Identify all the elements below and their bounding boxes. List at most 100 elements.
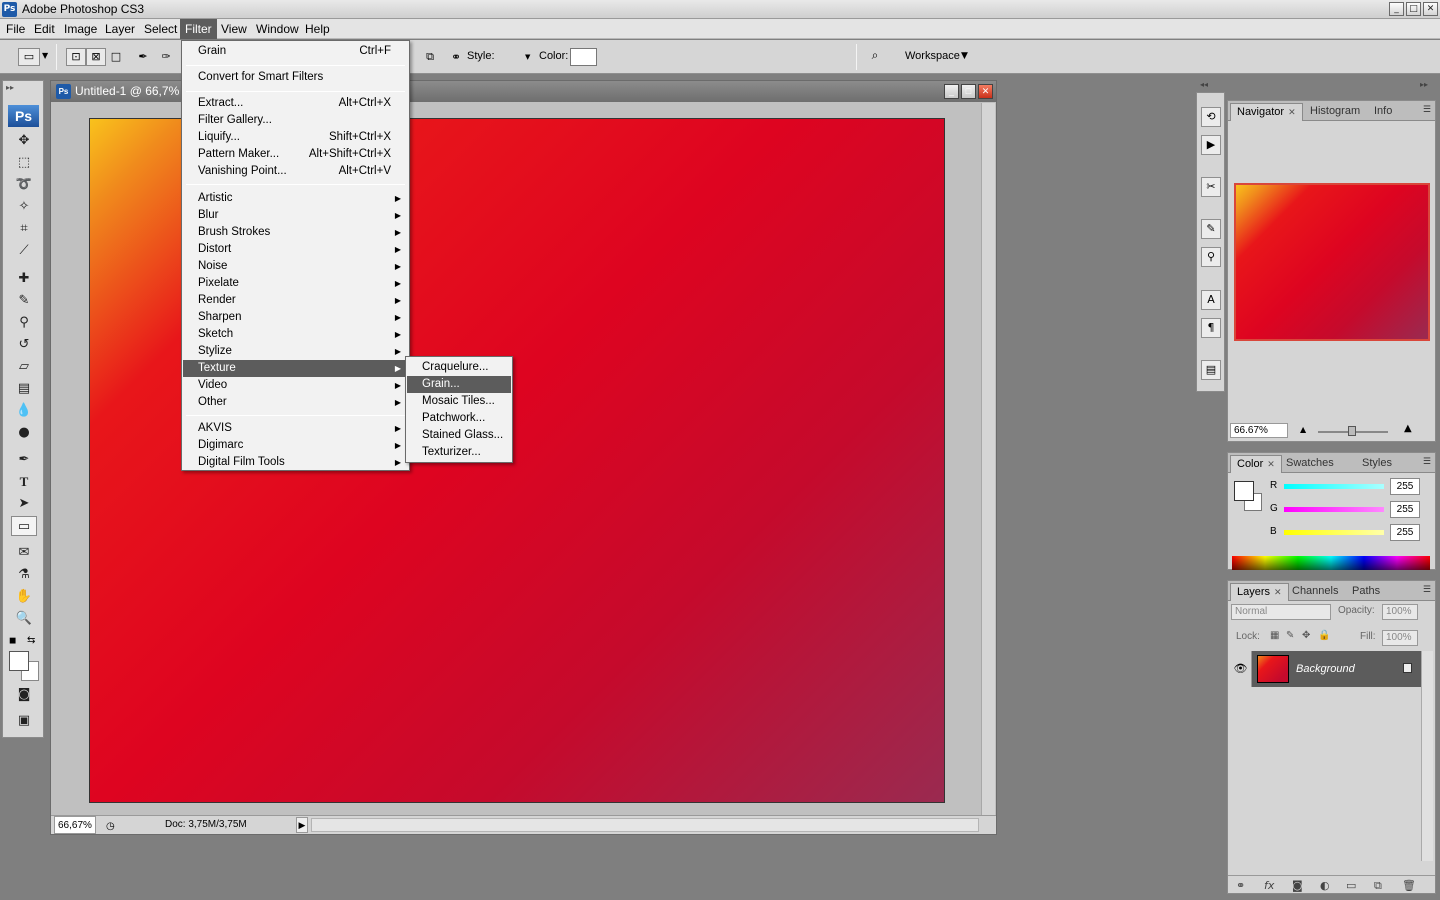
tool-presets-icon[interactable]: ✂ bbox=[1201, 177, 1221, 197]
layer-mask-icon[interactable]: ◙ bbox=[1292, 879, 1303, 892]
menu-item-akvis[interactable]: AKVIS ▶ bbox=[183, 420, 408, 437]
navigator-zoom-field[interactable]: 66.67% bbox=[1230, 423, 1288, 438]
fill-pixels-icon[interactable]: □ bbox=[106, 48, 126, 66]
submenu-item-patchwork[interactable]: Patchwork... bbox=[407, 410, 511, 427]
status-menu-arrow[interactable]: ▶ bbox=[296, 817, 308, 833]
zoom-out-icon[interactable]: ▲ bbox=[1300, 425, 1306, 434]
panel-menu-icon[interactable]: ☰ bbox=[1423, 105, 1431, 115]
shape-layers-icon[interactable]: ⊡ bbox=[66, 48, 86, 66]
tab-paths[interactable]: Paths bbox=[1346, 583, 1386, 601]
submenu-item-grain[interactable]: Grain... bbox=[407, 376, 511, 393]
slice-icon[interactable]: ⟋ bbox=[11, 241, 37, 261]
submenu-item-texturizer[interactable]: Texturizer... bbox=[407, 444, 511, 461]
minimize-button[interactable]: _ bbox=[1389, 2, 1404, 16]
intersect-icon[interactable]: ⧉ bbox=[420, 48, 440, 66]
default-colors-icon[interactable]: ◼ bbox=[9, 636, 16, 646]
eraser-icon[interactable]: ▱ bbox=[11, 357, 37, 377]
layer-row[interactable]: 👁 Background bbox=[1230, 651, 1424, 687]
menu-help[interactable]: Help bbox=[300, 19, 335, 39]
submenu-item-mosaic-tiles[interactable]: Mosaic Tiles... bbox=[407, 393, 511, 410]
move-icon[interactable]: ✥ bbox=[11, 131, 37, 151]
color-swatch[interactable] bbox=[570, 48, 597, 66]
zoom-level-field[interactable]: 66,67% bbox=[54, 816, 96, 834]
tab-info[interactable]: Info bbox=[1368, 103, 1398, 121]
g-value-field[interactable]: 255 bbox=[1390, 501, 1420, 518]
hand-icon[interactable]: ✋ bbox=[11, 587, 37, 607]
tab-styles[interactable]: Styles bbox=[1356, 455, 1398, 473]
magic-wand-icon[interactable]: ✧ bbox=[11, 197, 37, 217]
menu-item-extract[interactable]: Extract... Alt+Ctrl+X bbox=[183, 95, 408, 112]
pen-icon[interactable]: ✒ bbox=[133, 48, 153, 66]
tab-channels[interactable]: Channels bbox=[1286, 583, 1344, 601]
menu-file[interactable]: File bbox=[1, 19, 30, 39]
new-group-icon[interactable]: ▭ bbox=[1346, 879, 1356, 892]
navigator-zoom-knob[interactable] bbox=[1348, 426, 1356, 436]
tab-swatches[interactable]: Swatches bbox=[1280, 455, 1340, 473]
gradient-icon[interactable]: ▤ bbox=[11, 379, 37, 399]
tab-layers[interactable]: Layers ✕ bbox=[1230, 583, 1289, 601]
clone-source-icon[interactable]: ⚲ bbox=[1201, 247, 1221, 267]
menu-item-blur[interactable]: Blur ▶ bbox=[183, 207, 408, 224]
foreground-color-swatch[interactable] bbox=[9, 651, 29, 671]
adjustment-layer-icon[interactable]: ◐ bbox=[1320, 879, 1330, 892]
blend-mode-select[interactable]: Normal bbox=[1231, 604, 1331, 620]
clone-stamp-icon[interactable]: ⚲ bbox=[11, 313, 37, 333]
lock-all-icon[interactable]: 🔒 bbox=[1318, 630, 1330, 641]
lock-position-icon[interactable]: ✥ bbox=[1302, 630, 1310, 641]
menu-item-pixelate[interactable]: Pixelate ▶ bbox=[183, 275, 408, 292]
link-layers-icon[interactable]: ⚭ bbox=[1236, 879, 1245, 892]
link-icon[interactable]: ⚭ bbox=[451, 50, 461, 64]
menu-item-distort[interactable]: Distort ▶ bbox=[183, 241, 408, 258]
chevron-down-icon[interactable]: ▼ bbox=[42, 51, 48, 60]
swap-colors-icon[interactable]: ⇆ bbox=[27, 635, 35, 646]
expand-icon[interactable]: ▸▸ bbox=[1420, 80, 1428, 89]
menu-item-artistic[interactable]: Artistic ▶ bbox=[183, 190, 408, 207]
collapse-icon[interactable]: ◂◂ bbox=[1200, 80, 1208, 89]
layer-style-icon[interactable]: fx bbox=[1264, 879, 1274, 892]
panel-menu-icon[interactable]: ☰ bbox=[1423, 585, 1431, 595]
menu-view[interactable]: View bbox=[216, 19, 252, 39]
close-button[interactable]: ✕ bbox=[1423, 2, 1438, 16]
chevron-down-icon[interactable]: ▼ bbox=[961, 51, 968, 61]
chevron-down-icon[interactable]: ▼ bbox=[525, 53, 530, 61]
menu-item-sharpen[interactable]: Sharpen ▶ bbox=[183, 309, 408, 326]
brush-icon[interactable]: ✎ bbox=[11, 291, 37, 311]
menu-edit[interactable]: Edit bbox=[29, 19, 60, 39]
notes-icon[interactable]: ✉ bbox=[11, 543, 37, 563]
layer-comps-icon[interactable]: ▤ bbox=[1201, 360, 1221, 380]
menu-item-video[interactable]: Video ▶ bbox=[183, 377, 408, 394]
horizontal-scrollbar[interactable] bbox=[311, 818, 979, 832]
menu-item-last-filter[interactable]: Grain Ctrl+F bbox=[183, 43, 408, 60]
vertical-scrollbar[interactable] bbox=[981, 103, 995, 815]
screen-mode-icon[interactable]: ▣ bbox=[11, 711, 37, 731]
menu-item-digimarc[interactable]: Digimarc ▶ bbox=[183, 437, 408, 454]
pen-icon[interactable]: ✒ bbox=[11, 450, 37, 470]
panel-menu-icon[interactable]: ☰ bbox=[1423, 457, 1431, 467]
menu-filter[interactable]: Filter bbox=[180, 19, 217, 39]
b-slider[interactable] bbox=[1284, 530, 1384, 535]
b-value-field[interactable]: 255 bbox=[1390, 524, 1420, 541]
restore-button[interactable]: □ bbox=[1406, 2, 1421, 16]
menu-item-digital-film-tools[interactable]: Digital Film Tools ▶ bbox=[183, 454, 408, 471]
tool-preset-picker[interactable]: ▭ bbox=[18, 48, 40, 66]
freeform-pen-icon[interactable]: ✑ bbox=[156, 48, 176, 66]
path-selection-icon[interactable]: ➤ bbox=[11, 494, 37, 514]
submenu-item-stained-glass[interactable]: Stained Glass... bbox=[407, 427, 511, 444]
photoshop-logo[interactable]: Ps bbox=[8, 105, 39, 127]
new-layer-icon[interactable]: ⧉ bbox=[1374, 879, 1382, 893]
doc-maximize-button[interactable]: □ bbox=[961, 84, 976, 99]
menu-item-render[interactable]: Render ▶ bbox=[183, 292, 408, 309]
opacity-field[interactable]: 100% bbox=[1382, 604, 1418, 620]
menu-item-pattern-maker[interactable]: Pattern Maker... Alt+Shift+Ctrl+X bbox=[183, 146, 408, 163]
type-icon[interactable]: T bbox=[11, 472, 37, 492]
menu-item-brush-strokes[interactable]: Brush Strokes ▶ bbox=[183, 224, 408, 241]
menu-item-texture[interactable]: Texture ▶ bbox=[183, 360, 408, 377]
quick-mask-icon[interactable]: ◙ bbox=[11, 685, 37, 705]
history-brush-icon[interactable]: ↺ bbox=[11, 335, 37, 355]
trash-icon[interactable]: 🗑 bbox=[1402, 879, 1416, 892]
character-icon[interactable]: A bbox=[1201, 290, 1221, 310]
dodge-icon[interactable]: ● bbox=[11, 423, 37, 443]
crop-icon[interactable]: ⌗ bbox=[11, 219, 37, 239]
rectangle-icon[interactable]: ▭ bbox=[11, 516, 37, 536]
fill-field[interactable]: 100% bbox=[1382, 630, 1418, 646]
